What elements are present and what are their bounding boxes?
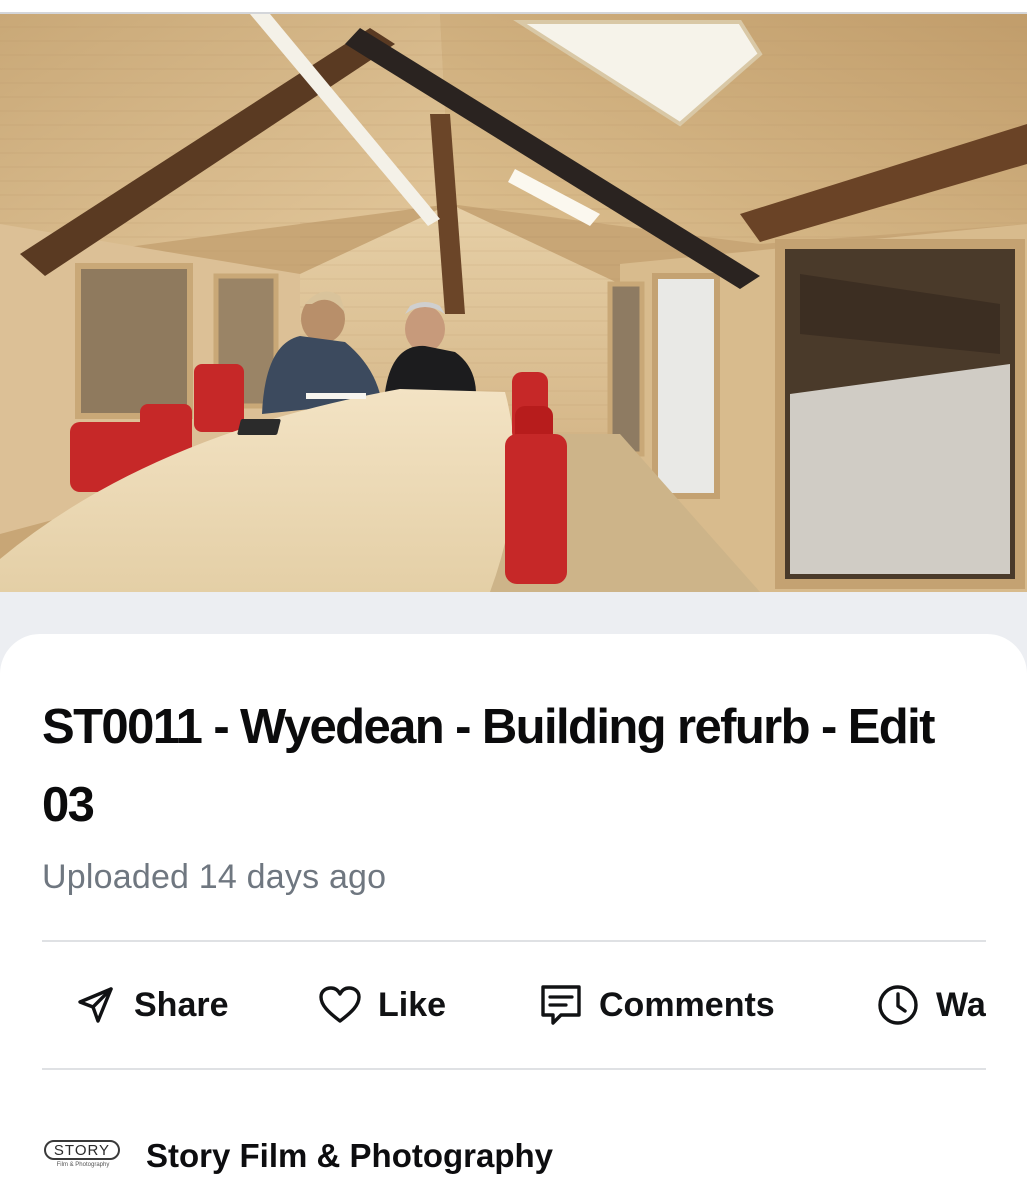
share-arrow-icon — [74, 983, 118, 1027]
logo-wordmark: STORY — [44, 1140, 120, 1160]
channel-name[interactable]: Story Film & Photography — [146, 1137, 553, 1175]
video-thumbnail[interactable] — [0, 14, 1027, 592]
heart-icon — [318, 983, 362, 1027]
comment-icon — [539, 983, 583, 1027]
video-detail-page: ST0011 - Wyedean - Building refurb - Edi… — [0, 0, 1027, 1200]
like-label: Like — [378, 985, 447, 1024]
share-label: Share — [134, 985, 229, 1024]
video-title: ST0011 - Wyedean - Building refurb - Edi… — [42, 700, 935, 832]
comments-label: Comments — [599, 985, 775, 1024]
upload-date: Uploaded 14 days ago — [42, 858, 387, 896]
like-button[interactable]: Like — [318, 942, 446, 1068]
channel-logo[interactable]: STORY Film & Photography — [42, 1134, 124, 1178]
watch-later-label: Wa — [936, 985, 986, 1024]
action-bar: Share Like Comments Wa — [0, 942, 986, 1068]
share-button[interactable]: Share — [74, 942, 229, 1068]
video-info-sheet: ST0011 - Wyedean - Building refurb - Edi… — [0, 634, 1027, 1200]
divider — [42, 1068, 986, 1070]
top-edge — [0, 0, 1027, 14]
comments-button[interactable]: Comments — [539, 942, 775, 1068]
thumbnail-image — [0, 14, 1027, 592]
watch-later-button[interactable]: Wa — [876, 942, 986, 1068]
logo-subtext: Film & Photography — [56, 1162, 110, 1168]
channel-row[interactable]: STORY Film & Photography Story Film & Ph… — [42, 1134, 553, 1178]
clock-icon — [876, 983, 920, 1027]
